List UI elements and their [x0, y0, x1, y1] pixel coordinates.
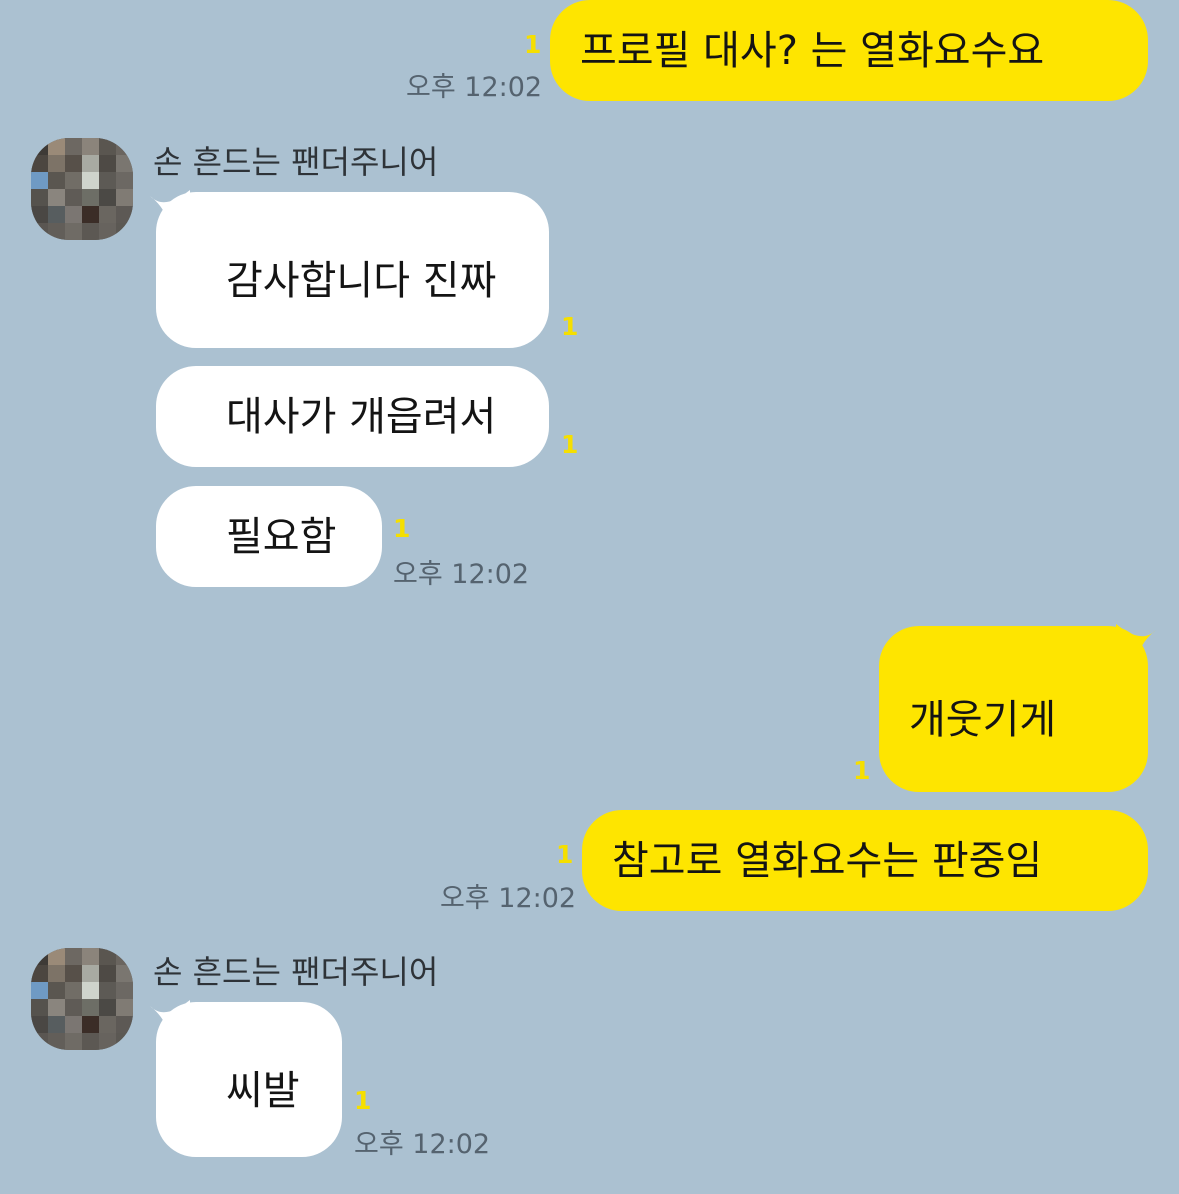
sender-avatar[interactable]: [31, 948, 133, 1050]
message-text: 감사합니다 진짜: [226, 258, 497, 304]
message-time: 오후 12:02: [440, 883, 577, 914]
sender-avatar[interactable]: [31, 138, 133, 240]
sender-name: 손 흔드는 팬더주니어: [153, 143, 439, 181]
message-text: 참고로 열화요수는 판중임: [612, 837, 1043, 884]
message-time: 오후 12:02: [406, 72, 543, 103]
message-text: 씨발: [226, 1067, 300, 1114]
message-text: 개웃기게: [909, 697, 1057, 743]
unread-count: 1: [524, 30, 542, 59]
sender-name: 손 흔드는 팬더주니어: [153, 953, 439, 991]
unread-count: 1: [354, 1086, 372, 1115]
message-text: 프로필 대사? 는 열화요수요: [580, 27, 1045, 74]
unread-count: 1: [556, 840, 574, 869]
message-time: 오후 12:02: [354, 1129, 491, 1160]
incoming-message-bubble[interactable]: 씨발: [156, 1002, 342, 1157]
unread-count: 1: [853, 756, 871, 785]
incoming-message-bubble[interactable]: 감사합니다 진짜: [156, 192, 549, 348]
message-time: 오후 12:02: [393, 559, 530, 590]
unread-count: 1: [393, 514, 411, 543]
unread-count: 1: [561, 312, 579, 341]
message-text: 대사가 개읍려서: [226, 393, 497, 440]
outgoing-message-bubble[interactable]: 참고로 열화요수는 판중임: [582, 810, 1148, 911]
incoming-message-bubble[interactable]: 필요함: [156, 486, 382, 587]
outgoing-message-bubble[interactable]: 프로필 대사? 는 열화요수요: [550, 0, 1148, 101]
message-text: 필요함: [226, 513, 337, 560]
unread-count: 1: [561, 430, 579, 459]
incoming-message-bubble[interactable]: 대사가 개읍려서: [156, 366, 549, 467]
outgoing-message-bubble[interactable]: 개웃기게: [879, 626, 1148, 792]
